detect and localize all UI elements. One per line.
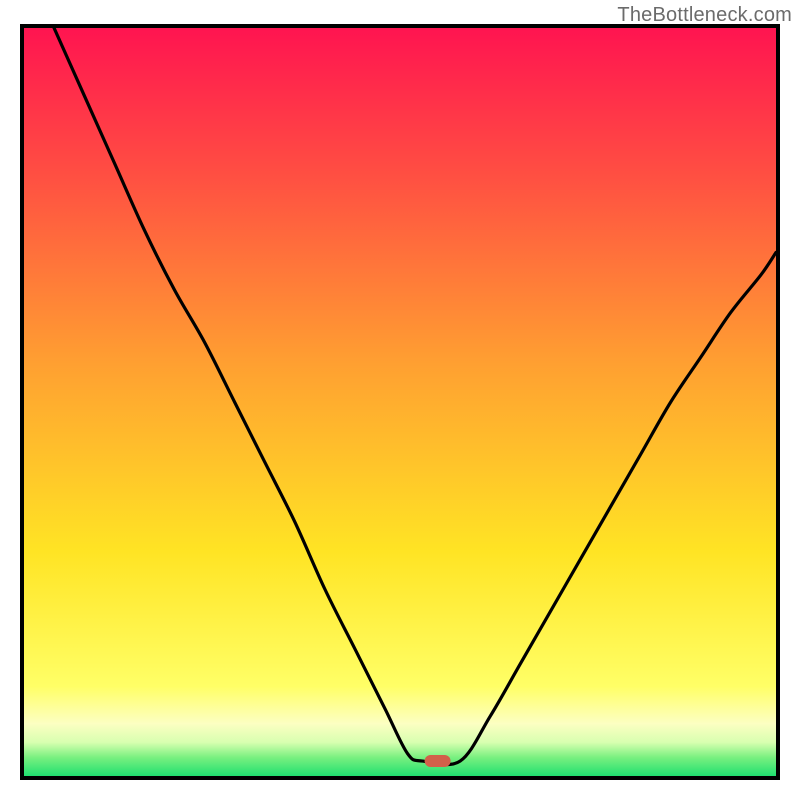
plot-area: [20, 24, 780, 780]
optimal-marker: [425, 755, 451, 767]
plot-svg: [24, 28, 776, 776]
watermark-text: TheBottleneck.com: [617, 4, 792, 27]
gradient-background: [24, 28, 776, 776]
chart-container: TheBottleneck.com: [0, 0, 800, 800]
